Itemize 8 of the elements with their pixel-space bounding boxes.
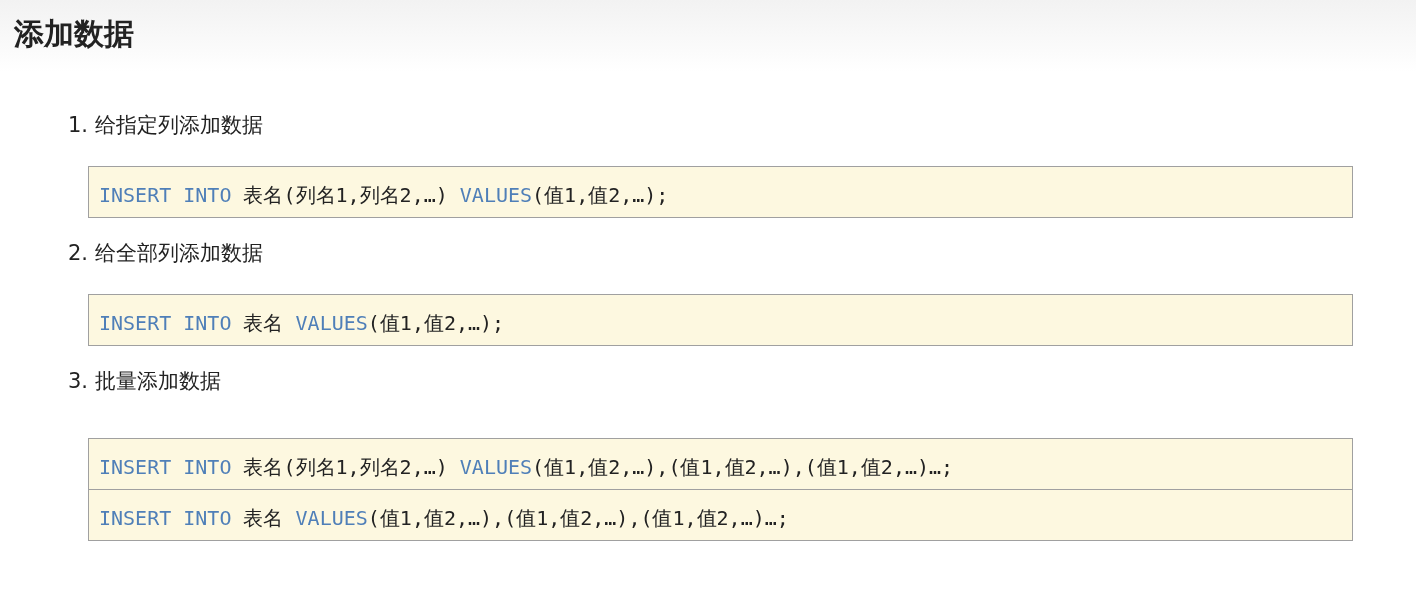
list-heading: 1. 给指定列添加数据 bbox=[68, 113, 263, 137]
code-line: INSERT INTO 表名 VALUES(值1,值2,…); bbox=[99, 311, 505, 335]
code-line: INSERT INTO 表名(列名1,列名2,…) VALUES(值1,值2,…); bbox=[99, 183, 669, 207]
page-title: 添加数据 bbox=[14, 15, 134, 53]
code-line: INSERT INTO 表名(列名1,列名2,…) VALUES(值1,值2,…),(值1,值2,…),(值1,值2,…)…; bbox=[99, 455, 954, 479]
list-heading: 3. 批量添加数据 bbox=[68, 369, 221, 393]
list-heading: 2. 给全部列添加数据 bbox=[68, 241, 263, 265]
code-line: INSERT INTO 表名 VALUES(值1,值2,…),(值1,值2,…),(值1,值2,…)…; bbox=[99, 506, 789, 530]
